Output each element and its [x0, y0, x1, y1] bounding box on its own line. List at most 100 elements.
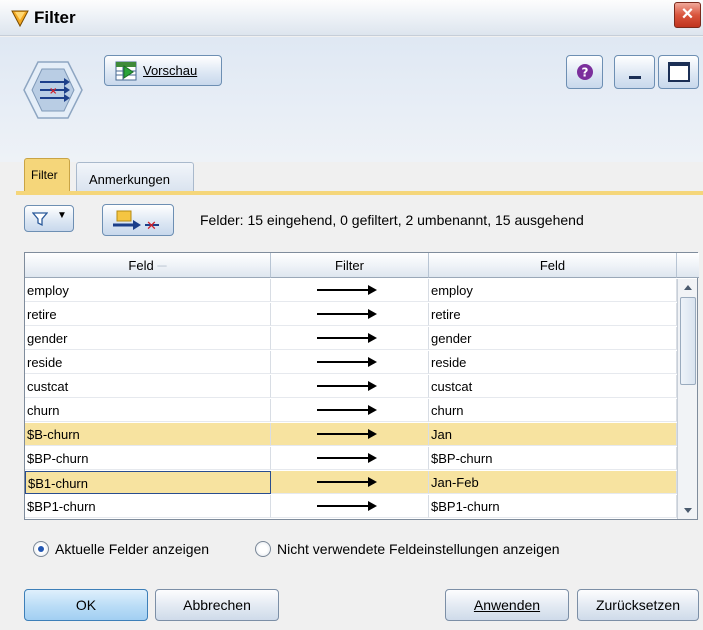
output-field-cell[interactable]: custcat: [429, 375, 677, 398]
output-field-cell[interactable]: retire: [429, 303, 677, 326]
output-field-cell[interactable]: churn: [429, 399, 677, 422]
pass-through-arrow-icon: [317, 309, 377, 319]
remove-field-filter-button[interactable]: ✕: [102, 204, 174, 236]
output-field-cell[interactable]: $BP1-churn: [429, 495, 677, 518]
output-field-cell[interactable]: Jan: [429, 423, 677, 446]
ok-button[interactable]: OK: [24, 589, 148, 621]
filter-options-dropdown[interactable]: ▼: [24, 205, 74, 232]
filter-toggle-cell[interactable]: [271, 303, 429, 326]
sort-indicator-icon: ─: [157, 258, 167, 273]
window-title: Filter: [34, 8, 76, 27]
table-row[interactable]: gender gender: [25, 327, 677, 350]
table-row[interactable]: churn churn: [25, 399, 677, 422]
show-unused-label[interactable]: Nicht verwendete Feldeinstellungen anzei…: [277, 541, 560, 557]
input-field-cell[interactable]: gender: [25, 327, 271, 350]
table-row[interactable]: custcat custcat: [25, 375, 677, 398]
column-header-output-field[interactable]: Feld: [429, 253, 677, 278]
apply-button[interactable]: Anwenden: [445, 589, 569, 621]
show-current-radio[interactable]: [33, 541, 49, 557]
input-field-cell[interactable]: employ: [25, 279, 271, 302]
preview-button[interactable]: Vorschau: [104, 55, 222, 86]
vertical-scrollbar[interactable]: [677, 279, 697, 519]
pass-through-arrow-icon: [317, 405, 377, 415]
pass-through-arrow-icon: [317, 357, 377, 367]
filter-toggle-cell[interactable]: [271, 279, 429, 302]
minimize-button[interactable]: [614, 55, 655, 89]
input-field-cell[interactable]: $BP-churn: [25, 447, 271, 470]
filter-toggle-cell[interactable]: [271, 351, 429, 374]
close-icon: ×: [681, 3, 694, 25]
filter-toggle-cell[interactable]: [271, 375, 429, 398]
help-icon: ?: [577, 64, 593, 80]
filter-fields-icon: ✕: [113, 210, 159, 233]
output-field-cell[interactable]: employ: [429, 279, 677, 302]
table-row[interactable]: $BP1-churn $BP1-churn: [25, 495, 677, 518]
input-field-cell[interactable]: churn: [25, 399, 271, 422]
chevron-down-icon: ▼: [57, 210, 67, 221]
filter-toggle-cell[interactable]: [271, 495, 429, 518]
table-row[interactable]: retire retire: [25, 303, 677, 326]
show-current-label[interactable]: Aktuelle Felder anzeigen: [55, 541, 209, 557]
filter-toggle-cell[interactable]: [271, 471, 429, 494]
column-header-input-field[interactable]: Feld ─: [25, 253, 271, 278]
close-button[interactable]: ×: [674, 2, 701, 28]
table-row[interactable]: $BP-churn $BP-churn: [25, 447, 677, 470]
reset-button[interactable]: Zurücksetzen: [577, 589, 699, 621]
preview-table-icon: [115, 61, 137, 81]
output-field-cell[interactable]: gender: [429, 327, 677, 350]
input-field-cell[interactable]: custcat: [25, 375, 271, 398]
tab-annotations[interactable]: Anmerkungen: [76, 162, 194, 192]
input-field-cell[interactable]: $B-churn: [25, 423, 271, 446]
pass-through-arrow-icon: [317, 285, 377, 295]
header-label: Feld: [128, 258, 154, 273]
table-row[interactable]: $B1-churn Jan-Feb: [25, 471, 677, 494]
table-row[interactable]: reside reside: [25, 351, 677, 374]
pass-through-arrow-icon: [317, 333, 377, 343]
output-field-cell[interactable]: $BP-churn: [429, 447, 677, 470]
help-button[interactable]: ?: [566, 55, 603, 89]
tab-filter[interactable]: Filter: [24, 158, 70, 192]
field-summary: Felder: 15 eingehend, 0 gefiltert, 2 umb…: [200, 212, 584, 228]
svg-text:✕: ✕: [146, 219, 157, 233]
funnel-icon: [32, 212, 48, 227]
show-unused-radio[interactable]: [255, 541, 271, 557]
pass-through-arrow-icon: [317, 501, 377, 511]
cancel-button[interactable]: Abbrechen: [155, 589, 279, 621]
filter-toggle-cell[interactable]: [271, 327, 429, 350]
filter-toggle-cell[interactable]: [271, 423, 429, 446]
pass-through-arrow-icon: [317, 429, 377, 439]
output-field-cell[interactable]: reside: [429, 351, 677, 374]
pass-through-arrow-icon: [317, 477, 377, 487]
table-row[interactable]: employ employ: [25, 279, 677, 302]
svg-text:×: ×: [49, 86, 57, 97]
triangle-down-icon: [684, 508, 692, 513]
minimize-icon: [629, 76, 641, 79]
title-bar: [0, 0, 703, 36]
pass-through-arrow-icon: [317, 453, 377, 463]
maximize-icon: [668, 62, 690, 82]
column-header-filter[interactable]: Filter: [271, 253, 429, 278]
input-field-cell[interactable]: $B1-churn: [25, 471, 271, 494]
input-field-cell[interactable]: retire: [25, 303, 271, 326]
filter-node-icon: ×: [23, 61, 83, 119]
input-field-cell[interactable]: reside: [25, 351, 271, 374]
filter-toggle-cell[interactable]: [271, 447, 429, 470]
svg-text:?: ?: [582, 66, 589, 80]
output-field-cell[interactable]: Jan-Feb: [429, 471, 677, 494]
scroll-down-button[interactable]: [678, 501, 698, 519]
scroll-thumb[interactable]: [680, 297, 696, 385]
scroll-up-button[interactable]: [678, 279, 698, 297]
maximize-button[interactable]: [658, 55, 699, 89]
app-diamond-icon: [11, 10, 29, 28]
header-corner: [677, 253, 699, 278]
filter-toggle-cell[interactable]: [271, 399, 429, 422]
triangle-up-icon: [684, 285, 692, 290]
tab-underline: [16, 191, 703, 195]
field-table: Feld ─ Filter Feld employ employ retire ret…: [24, 252, 699, 520]
pass-through-arrow-icon: [317, 381, 377, 391]
input-field-cell[interactable]: $BP1-churn: [25, 495, 271, 518]
table-row[interactable]: $B-churn Jan: [25, 423, 677, 446]
tab-filter-label: Filter: [31, 168, 58, 182]
tab-annotations-label: Anmerkungen: [89, 172, 170, 187]
preview-label: Vorschau: [143, 63, 198, 78]
